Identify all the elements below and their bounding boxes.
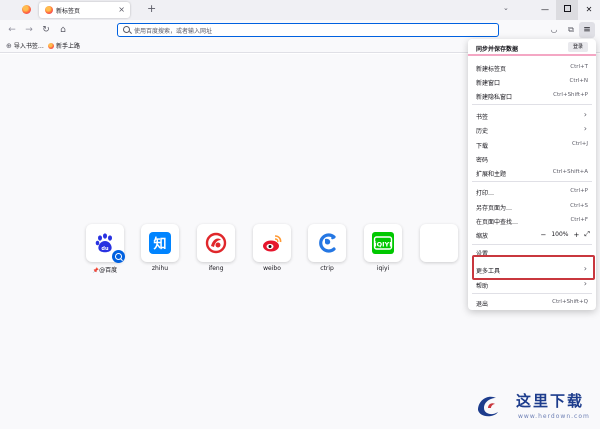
menu-item-save-page[interactable]: 另存页面为… Ctrl+S	[468, 200, 596, 212]
top-site-zhihu[interactable]: 知 zhihu	[141, 224, 179, 272]
login-button[interactable]: 登录	[568, 42, 588, 52]
top-site-ifeng[interactable]: ifeng	[197, 224, 235, 272]
site-label: zhihu	[151, 265, 169, 272]
iqiyi-logo-icon: iQIYI	[372, 232, 394, 254]
site-tile[interactable]: du	[86, 224, 125, 263]
new-tab-button[interactable]: +	[147, 3, 156, 15]
menu-separator	[472, 104, 592, 105]
import-icon: ⊕	[6, 41, 12, 50]
site-tile[interactable]: iQIYI	[364, 224, 402, 262]
chevron-right-icon: ›	[583, 124, 587, 133]
menu-separator	[472, 244, 592, 245]
watermark-url: www.herdown.com	[518, 413, 590, 420]
site-label: ctrip	[320, 265, 334, 272]
site-label: weibo	[263, 265, 281, 272]
watermark-logo-icon	[478, 396, 498, 417]
top-site-iqiyi[interactable]: iQIYI iqiyi	[364, 224, 402, 272]
zoom-out-button[interactable]: −	[540, 231, 546, 239]
reload-icon[interactable]: ↻	[40, 24, 52, 36]
baidu-logo-icon: du	[95, 233, 112, 253]
highlight-annotation	[472, 255, 595, 280]
zoom-value[interactable]: 100%	[551, 231, 568, 238]
firefox-view-icon[interactable]	[22, 5, 31, 14]
forward-icon[interactable]: →	[23, 24, 35, 36]
maximize-icon	[563, 5, 571, 12]
menu-item-find-in-page[interactable]: 在页面中查找… Ctrl+F	[468, 214, 596, 226]
firefox-icon	[48, 42, 54, 49]
menu-item-quit[interactable]: 退出 Ctrl+Shift+Q	[468, 296, 596, 308]
ctrip-logo-icon	[319, 233, 336, 253]
menu-item-zoom: 缩放 − 100% + ⤢	[476, 230, 590, 240]
top-site-ctrip[interactable]: ctrip	[308, 224, 346, 272]
maximize-button[interactable]	[556, 0, 578, 20]
search-icon	[123, 26, 130, 33]
menu-item-new-tab[interactable]: 新建标签页 Ctrl+T	[468, 61, 596, 73]
extensions-icon[interactable]: ⧉	[565, 24, 577, 36]
fullscreen-icon[interactable]: ⤢	[584, 230, 590, 239]
url-bar[interactable]: 使用百度搜索，或者输入网址	[117, 23, 499, 37]
chevron-right-icon: ›	[583, 279, 587, 288]
bookmark-getting-started[interactable]: 新手上路	[48, 41, 80, 50]
sync-header: 同步并保存数据 登录	[468, 39, 596, 56]
tab-strip: 新标签页 × + ⌄ — ✕	[0, 0, 600, 20]
list-all-tabs-icon[interactable]: ⌄	[503, 4, 509, 12]
menu-item-history[interactable]: 历史 ›	[468, 123, 596, 135]
search-icon	[112, 250, 125, 263]
top-site-baidu[interactable]: du 📌@百度	[86, 224, 125, 274]
chevron-right-icon: ›	[583, 110, 587, 119]
menu-item-bookmarks[interactable]: 书签 ›	[468, 109, 596, 121]
home-icon[interactable]: ⌂	[57, 24, 69, 36]
menu-item-print[interactable]: 打印… Ctrl+P	[468, 185, 596, 197]
top-site-empty[interactable]	[420, 224, 458, 262]
site-label: iqiyi	[376, 265, 390, 272]
menu-separator	[472, 181, 592, 182]
menu-item-new-window[interactable]: 新建窗口 Ctrl+N	[468, 75, 596, 87]
menu-separator	[472, 293, 592, 294]
minimize-button[interactable]: —	[534, 0, 556, 20]
close-window-button[interactable]: ✕	[578, 0, 600, 20]
site-tile[interactable]	[197, 224, 235, 262]
zoom-controls: − 100% + ⤢	[540, 230, 590, 239]
site-label: ifeng	[208, 265, 224, 272]
menu-item-downloads[interactable]: 下载 Ctrl+J	[468, 138, 596, 150]
bookmark-label: 新手上路	[56, 43, 81, 50]
site-label: 📌@百度	[92, 267, 118, 274]
ifeng-logo-icon	[205, 232, 227, 254]
url-placeholder: 使用百度搜索，或者输入网址	[134, 28, 213, 35]
pocket-icon[interactable]: ◡	[548, 24, 560, 36]
tab-close-icon[interactable]: ×	[118, 5, 125, 14]
svg-text:知: 知	[153, 236, 166, 252]
bookmark-import[interactable]: ⊕ 导入书签…	[6, 41, 44, 51]
sync-title: 同步并保存数据	[476, 46, 519, 53]
site-tile[interactable]	[253, 224, 291, 262]
app-menu-button[interactable]: ≡	[579, 22, 595, 38]
svg-text:du: du	[101, 246, 109, 252]
menu-item-passwords[interactable]: 密码	[468, 152, 596, 164]
tab-title: 新标签页	[56, 8, 81, 15]
svg-text:iQIYI: iQIYI	[374, 241, 391, 249]
menu-item-new-private-window[interactable]: 新建隐私窗口 Ctrl+Shift+P	[468, 89, 596, 101]
top-site-weibo[interactable]: weibo	[253, 224, 291, 272]
watermark-text: 这里下载	[516, 392, 585, 410]
menu-item-addons[interactable]: 扩展和主题 Ctrl+Shift+A	[468, 166, 596, 178]
site-tile[interactable]	[308, 224, 346, 262]
bookmark-label: 导入书签…	[13, 43, 44, 50]
tab-new-tab[interactable]: 新标签页 ×	[39, 2, 130, 18]
watermark: 这里下载 www.herdown.com	[468, 386, 600, 429]
weibo-logo-icon	[263, 235, 282, 252]
site-tile[interactable]	[420, 224, 458, 262]
zhihu-logo-icon: 知	[149, 232, 171, 254]
firefox-icon	[45, 6, 53, 14]
back-icon[interactable]: ←	[6, 24, 18, 36]
site-tile[interactable]: 知	[141, 224, 179, 262]
zoom-in-button[interactable]: +	[574, 231, 580, 239]
